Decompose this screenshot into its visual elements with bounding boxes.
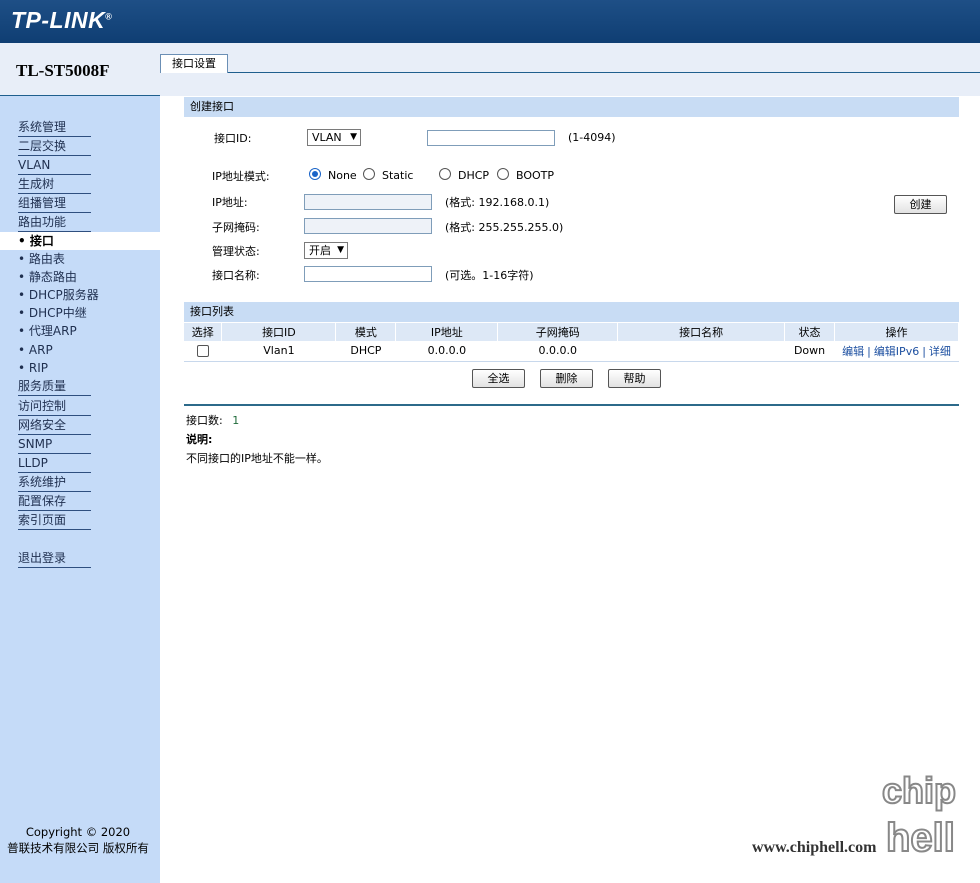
row-mode: DHCP (335, 341, 396, 362)
column-header-interface-id: 接口ID (221, 323, 337, 341)
svg-text:chip: chip (882, 770, 956, 811)
interface-name-hint: (可选。1-16字符) (445, 269, 534, 282)
interface-count-value: 1 (232, 414, 240, 427)
chevron-down-icon: ▼ (350, 132, 357, 142)
section-interface-list: 接口列表 (184, 302, 959, 322)
interface-name-label: 接口名称: (212, 269, 260, 282)
column-header-mask: 子网掩码 (497, 323, 619, 341)
interface-count-label: 接口数: (186, 414, 223, 427)
subnet-mask-input[interactable] (304, 218, 432, 234)
column-header-ip: IP地址 (395, 323, 499, 341)
tab-interface-settings[interactable]: 接口设置 (160, 54, 228, 73)
sidebar-item-vlan[interactable]: VLAN (18, 156, 91, 175)
sidebar-item-layer2-switching[interactable]: 二层交换 (18, 137, 91, 156)
ip-mode-dhcp-radio[interactable] (439, 168, 451, 180)
sidebar-item-save-config[interactable]: 配置保存 (18, 492, 91, 511)
interface-name-input[interactable] (304, 266, 432, 282)
select-all-button[interactable]: 全选 (472, 369, 525, 388)
sidebar-item-multicast[interactable]: 组播管理 (18, 194, 91, 213)
sidebar-subitem-interface[interactable]: • 接口 (0, 232, 160, 250)
sidebar-subitem-dhcp-server[interactable]: • DHCP服务器 (18, 286, 118, 304)
interface-count: 接口数: 1 (186, 412, 239, 428)
edit-ipv6-link[interactable]: 编辑IPv6 (874, 345, 919, 358)
details-link[interactable]: 详细 (929, 345, 951, 358)
column-header-name: 接口名称 (617, 323, 786, 341)
sidebar-subitem-rip[interactable]: • RIP (18, 359, 118, 377)
delete-button[interactable]: 删除 (540, 369, 593, 388)
row-mask: 0.0.0.0 (497, 341, 618, 362)
ip-mode-dhcp-label: DHCP (458, 169, 490, 182)
ip-mode-bootp-label: BOOTP (516, 169, 555, 182)
table-row: Vlan1 DHCP 0.0.0.0 0.0.0.0 Down 编辑 | 编辑IPv… (184, 341, 959, 362)
ip-mode-none-radio[interactable] (309, 168, 321, 180)
sidebar-subitem-proxy-arp[interactable]: • 代理ARP (18, 322, 118, 340)
chevron-down-icon: ▼ (337, 245, 344, 255)
sidebar-subitem-dhcp-relay[interactable]: • DHCP中继 (18, 304, 118, 322)
divider (184, 404, 959, 406)
sidebar-item-lldp[interactable]: LLDP (18, 454, 91, 473)
sidebar-item-access-control[interactable]: 访问控制 (18, 397, 91, 416)
admin-status-select[interactable]: 开启 ▼ (304, 242, 348, 259)
top-banner: TP-LINK® (0, 0, 980, 43)
separator: | (922, 344, 926, 358)
ip-address-label: IP地址: (212, 196, 248, 209)
interface-table: 选择 接口ID 模式 IP地址 子网掩码 接口名称 状态 操作 Vlan1 DH… (184, 323, 959, 362)
row-select-cell (184, 341, 222, 362)
row-actions: 编辑 | 编辑IPv6 | 详细 (834, 341, 959, 362)
svg-text:hell: hell (886, 816, 955, 857)
column-header-select: 选择 (184, 323, 223, 341)
column-header-mode: 模式 (335, 323, 397, 341)
copyright: Copyright © 2020 普联技术有限公司 版权所有 (7, 825, 149, 855)
interface-id-input[interactable] (427, 130, 555, 146)
sidebar-item-snmp[interactable]: SNMP (18, 435, 91, 454)
sidebar-item-index-page[interactable]: 索引页面 (18, 511, 91, 530)
chiphell-watermark-logo: chip hell (881, 769, 957, 857)
subnet-mask-format-hint: (格式: 255.255.255.0) (445, 221, 564, 234)
column-header-status: 状态 (784, 323, 836, 341)
ip-mode-static-radio[interactable] (363, 168, 375, 180)
ip-address-input[interactable] (304, 194, 432, 210)
row-status: Down (784, 341, 835, 362)
model-name-panel: TL-ST5008F (0, 43, 160, 96)
table-header-row: 选择 接口ID 模式 IP地址 子网掩码 接口名称 状态 操作 (184, 323, 959, 341)
create-button[interactable]: 创建 (894, 195, 947, 214)
row-interface-id: Vlan1 (221, 341, 336, 362)
brand-logo: TP-LINK® (11, 7, 113, 33)
sidebar-item-spanning-tree[interactable]: 生成树 (18, 175, 91, 194)
row-name (617, 341, 785, 362)
ip-mode-static-label: Static (382, 169, 414, 182)
section-create-interface: 创建接口 (184, 97, 959, 117)
sidebar-item-system-maintenance[interactable]: 系统维护 (18, 473, 91, 492)
sidebar-subitem-arp[interactable]: • ARP (18, 341, 118, 359)
tab-underline (160, 72, 980, 73)
interface-id-label: 接口ID: (214, 132, 252, 145)
ip-mode-label: IP地址模式: (212, 170, 270, 183)
ip-address-format-hint: (格式: 192.168.0.1) (445, 196, 550, 209)
note-text: 不同接口的IP地址不能一样。 (186, 452, 328, 465)
separator: | (867, 344, 871, 358)
admin-status-label: 管理状态: (212, 245, 260, 258)
row-ip: 0.0.0.0 (395, 341, 498, 362)
interface-id-range-hint: (1-4094) (568, 131, 616, 144)
edit-link[interactable]: 编辑 (842, 345, 864, 358)
model-name: TL-ST5008F (16, 61, 110, 80)
row-select-checkbox[interactable] (196, 345, 209, 358)
interface-type-select[interactable]: VLAN ▼ (307, 129, 361, 146)
watermark-url: www.chiphell.com (752, 839, 877, 856)
sidebar-item-routing[interactable]: 路由功能 (18, 213, 91, 232)
subnet-mask-label: 子网掩码: (212, 221, 260, 234)
help-button[interactable]: 帮助 (608, 369, 661, 388)
ip-mode-none-label: None (328, 169, 357, 182)
column-header-actions: 操作 (834, 323, 959, 341)
sidebar-item-logout[interactable]: 退出登录 (18, 549, 91, 568)
sidebar-item-system-management[interactable]: 系统管理 (18, 118, 91, 137)
note-title: 说明: (186, 433, 213, 446)
ip-mode-bootp-radio[interactable] (497, 168, 509, 180)
sidebar-subitem-routing-table[interactable]: • 路由表 (18, 250, 118, 268)
sidebar-item-network-security[interactable]: 网络安全 (18, 416, 91, 435)
sidebar-item-qos[interactable]: 服务质量 (18, 377, 91, 396)
sidebar-subitem-static-route[interactable]: • 静态路由 (18, 268, 118, 286)
sidebar: 系统管理 二层交换 VLAN 生成树 组播管理 路由功能 • 接口 • 路由表 … (0, 96, 160, 883)
